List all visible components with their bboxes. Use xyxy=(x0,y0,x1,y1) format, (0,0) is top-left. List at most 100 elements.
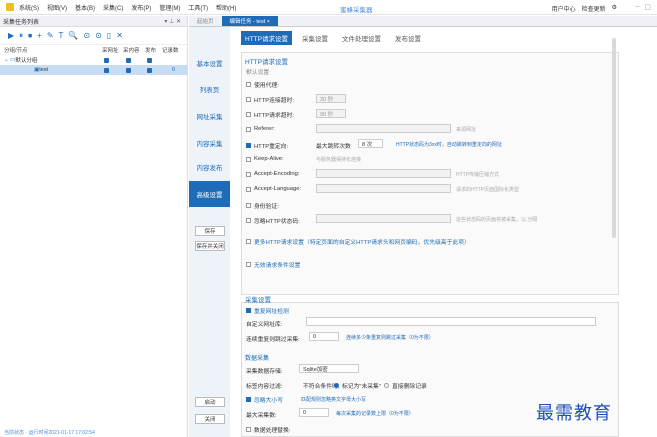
dup-skip-input[interactable]: 0 xyxy=(309,332,339,341)
request-timeout-label: HTTP请求超时: xyxy=(254,113,294,119)
check-update-link[interactable]: 检查更新 xyxy=(582,4,606,13)
keepalive-checkbox[interactable] xyxy=(246,156,251,162)
tab-start[interactable]: 起始页 xyxy=(189,16,222,26)
ignore-status-checkbox[interactable] xyxy=(246,218,251,223)
maximize-icon[interactable]: ▢ xyxy=(644,3,651,11)
ignore-case-row[interactable]: 忽略大小写 xyxy=(246,395,283,404)
accept-language-row[interactable]: Accept-Language: xyxy=(246,186,301,192)
minimize-icon[interactable]: – xyxy=(635,3,639,11)
dedup-checkbox[interactable] xyxy=(246,308,251,313)
mark-radio-dot[interactable] xyxy=(334,383,339,388)
proxy-row[interactable]: 使用代理: xyxy=(246,80,279,89)
subtab-http[interactable]: HTTP请求设置 xyxy=(241,31,292,45)
task-publish-flag xyxy=(147,67,152,73)
menu-help[interactable]: 帮助(H) xyxy=(216,3,236,12)
delete-record-label: 直接删除记录 xyxy=(392,384,427,390)
request-timeout-input[interactable]: 90 秒 xyxy=(316,109,346,118)
delete-icon[interactable]: ✕ xyxy=(116,31,123,40)
task-content-flag xyxy=(126,67,131,73)
save-button[interactable]: 保存 xyxy=(195,226,225,236)
task-url-flag xyxy=(104,67,109,73)
keepalive-row[interactable]: Keep-Alive: xyxy=(246,156,284,162)
edit-icon[interactable]: ✎ xyxy=(47,31,54,40)
storage-select[interactable]: Sqlite加密 xyxy=(299,364,359,373)
stop-icon[interactable]: ⏹ xyxy=(28,31,32,41)
close-button[interactable]: 关闭 xyxy=(195,414,225,424)
proxy-checkbox[interactable] xyxy=(246,82,251,87)
subtab-collect[interactable]: 采集设置 xyxy=(298,31,332,45)
panel-pin-icon[interactable]: ▾ ⊥ ✕ xyxy=(164,18,181,25)
accept-encoding-select[interactable] xyxy=(316,169,451,178)
app-title: 蜜蜂采集器 xyxy=(340,7,373,14)
export-icon[interactable]: ⊙ xyxy=(83,31,90,40)
connect-timeout-input[interactable]: 30 秒 xyxy=(316,94,346,103)
menu-manage[interactable]: 管理(M) xyxy=(159,3,180,12)
add-icon[interactable]: + xyxy=(37,31,42,40)
start-button[interactable]: 启动 xyxy=(195,397,225,407)
menu-view[interactable]: 视图(V) xyxy=(47,3,67,12)
ignore-status-input[interactable] xyxy=(316,214,451,223)
delete-record-radio[interactable]: 直接删除记录 xyxy=(384,381,427,390)
request-timeout-row[interactable]: HTTP请求超时: xyxy=(246,110,294,119)
menu-system[interactable]: 系统(S) xyxy=(19,3,39,12)
menu-collect[interactable]: 采集(C) xyxy=(103,3,123,12)
group-content-flag xyxy=(126,57,131,63)
menu-basic[interactable]: 基本(B) xyxy=(75,3,95,12)
tree-task[interactable]: ▣ test 0 xyxy=(0,65,187,75)
redirect-checkbox[interactable] xyxy=(246,143,251,148)
connect-timeout-row[interactable]: HTTP连接超时: xyxy=(246,95,294,104)
settings-icon[interactable]: ⚙ xyxy=(612,4,617,13)
redirect-row[interactable]: HTTP重定向: xyxy=(246,141,288,150)
title-filter-label: 标签内容过滤: xyxy=(246,384,283,390)
nav-list-page[interactable]: 列表页 xyxy=(189,77,230,101)
nav-basic[interactable]: 基本设置 xyxy=(189,51,230,75)
user-center-link[interactable]: 用户中心 xyxy=(552,4,576,13)
menu-publish[interactable]: 发布(P) xyxy=(131,3,151,12)
accept-language-select[interactable] xyxy=(316,184,451,193)
text-icon[interactable]: T xyxy=(59,31,64,40)
nav-content-collect[interactable]: 内容采集 xyxy=(189,131,230,155)
tab-edit-task[interactable]: 编辑任务 - test × xyxy=(221,16,279,26)
nav-advanced[interactable]: 高级设置 xyxy=(189,181,230,207)
nav-url-collect[interactable]: 网址采集 xyxy=(189,104,230,128)
referer-checkbox[interactable] xyxy=(246,126,251,132)
referer-input[interactable] xyxy=(316,124,451,133)
more-http-checkbox[interactable] xyxy=(246,239,251,244)
more-http-row[interactable]: 更多HTTP请求设置（特定页面的自定义HTTP请求头和网页编码，优先级高于此项） xyxy=(246,237,470,246)
auth-checkbox[interactable] xyxy=(246,203,251,208)
accept-encoding-checkbox[interactable] xyxy=(246,171,251,177)
search-icon[interactable]: 🔍 xyxy=(68,31,78,40)
auth-row[interactable]: 身份验证: xyxy=(246,201,279,210)
delete-radio-dot[interactable] xyxy=(384,383,389,388)
dedup-lib-select[interactable] xyxy=(306,317,596,326)
run-icon[interactable]: ▶ xyxy=(8,31,14,40)
content-scrollbar[interactable] xyxy=(612,38,616,238)
subtab-file[interactable]: 文件处理设置 xyxy=(338,31,385,45)
ignore-case-checkbox[interactable] xyxy=(246,397,251,402)
tree-group[interactable]: ⌄ ▭ 默认分组 xyxy=(0,55,187,65)
import-icon[interactable]: ⊙ xyxy=(95,31,102,40)
dedup-row[interactable]: 重复网址检测 xyxy=(246,306,289,315)
save-close-button[interactable]: 保存并关闭 xyxy=(195,241,225,251)
invalid-request-checkbox[interactable] xyxy=(246,262,251,267)
request-timeout-checkbox[interactable] xyxy=(246,112,251,117)
menu-tools[interactable]: 工具(T) xyxy=(188,3,208,12)
auth-label: 身份验证: xyxy=(254,204,279,210)
encoding-hint: HTTP传输压缩方式 xyxy=(456,172,500,178)
redirect-hint: HTTP状态码为3xx时，自动跳转到重定向的网址 xyxy=(396,142,502,148)
ignore-status-row[interactable]: 忽略HTTP状态码: xyxy=(246,216,300,225)
pause-icon[interactable]: ⏸ xyxy=(19,31,23,41)
nav-content-publish[interactable]: 内容发布 xyxy=(189,155,230,179)
data-process-row[interactable]: 数据处理替换: xyxy=(246,425,290,434)
invalid-request-row[interactable]: 无效请求条件设置 xyxy=(246,260,300,269)
accept-language-checkbox[interactable] xyxy=(246,186,251,192)
mark-uncollected-radio[interactable]: 标记为"未采集" xyxy=(334,381,381,390)
data-process-checkbox[interactable] xyxy=(246,427,251,432)
max-jumps-input[interactable]: 8 次 xyxy=(358,139,383,148)
referer-row[interactable]: Referer: xyxy=(246,126,275,132)
accept-encoding-row[interactable]: Accept-Encoding: xyxy=(246,171,299,177)
connect-timeout-checkbox[interactable] xyxy=(246,97,251,102)
copy-icon[interactable]: ▯ xyxy=(107,31,111,40)
max-count-input[interactable]: 0 xyxy=(299,408,329,417)
subtab-publish[interactable]: 发布设置 xyxy=(391,31,425,45)
